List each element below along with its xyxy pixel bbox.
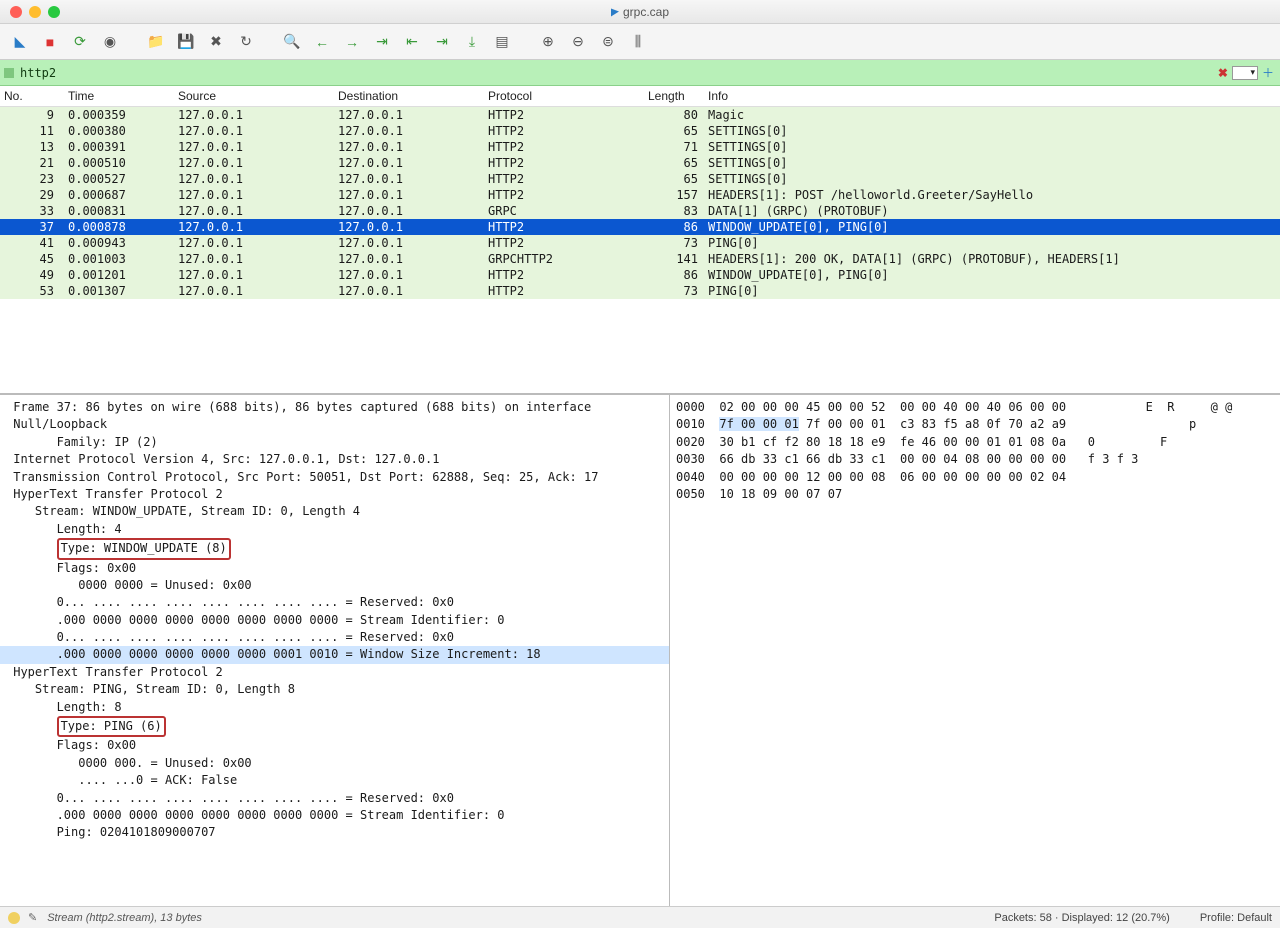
tree-line[interactable]: Frame 37: 86 bytes on wire (688 bits), 8… (0, 399, 669, 416)
display-filter-bar: ✖ ▾ ＋ (0, 60, 1280, 86)
last-icon[interactable]: ⇥ (430, 30, 454, 54)
tree-line[interactable]: .... ...0 = ACK: False (0, 772, 669, 789)
column-header[interactable]: Protocol (484, 88, 644, 104)
column-header[interactable]: Source (174, 88, 334, 104)
display-filter-input[interactable] (18, 66, 1218, 80)
packet-row[interactable]: 230.000527127.0.0.1127.0.0.1HTTP265SETTI… (0, 171, 1280, 187)
find-icon[interactable]: 🔍 (280, 30, 304, 54)
status-left: Stream (http2.stream), 13 bytes (47, 912, 202, 924)
packet-row[interactable]: 330.000831127.0.0.1127.0.0.1GRPC83DATA[1… (0, 203, 1280, 219)
restart-icon[interactable]: ⟳ (68, 30, 92, 54)
packet-row[interactable]: 110.000380127.0.0.1127.0.0.1HTTP265SETTI… (0, 123, 1280, 139)
tree-line[interactable]: Flags: 0x00 (0, 560, 669, 577)
hex-line[interactable]: 0040 00 00 00 00 12 00 00 08 06 00 00 00… (676, 469, 1274, 486)
first-icon[interactable]: ⇤ (400, 30, 424, 54)
packet-row[interactable]: 290.000687127.0.0.1127.0.0.1HTTP2157HEAD… (0, 187, 1280, 203)
packet-row[interactable]: 490.001201127.0.0.1127.0.0.1HTTP286WINDO… (0, 267, 1280, 283)
open-icon[interactable]: 📁 (144, 30, 168, 54)
filter-expression-dropdown[interactable]: ▾ (1232, 66, 1258, 80)
prev-icon[interactable]: ← (310, 30, 334, 54)
zoom-out-icon[interactable]: ⊖ (566, 30, 590, 54)
tree-line[interactable]: Ping: 0204101809000707 (0, 824, 669, 841)
colorize-icon[interactable]: ▤ (490, 30, 514, 54)
tree-line[interactable]: Length: 4 (0, 521, 669, 538)
packet-row[interactable]: 530.001307127.0.0.1127.0.0.1HTTP273PING[… (0, 283, 1280, 299)
close-icon[interactable]: ✖ (204, 30, 228, 54)
packet-row[interactable]: 210.000510127.0.0.1127.0.0.1HTTP265SETTI… (0, 155, 1280, 171)
packet-row[interactable]: 370.000878127.0.0.1127.0.0.1HTTP286WINDO… (0, 219, 1280, 235)
packet-row[interactable]: 130.000391127.0.0.1127.0.0.1HTTP271SETTI… (0, 139, 1280, 155)
column-header[interactable]: No. (0, 88, 64, 104)
autoscroll-icon[interactable]: ⤓ (460, 30, 484, 54)
packet-list-pane[interactable]: No.TimeSourceDestinationProtocolLengthIn… (0, 86, 1280, 394)
stop-icon[interactable]: ■ (38, 30, 62, 54)
tree-line[interactable]: Length: 8 (0, 699, 669, 716)
tree-line[interactable]: Type: PING (6) (0, 716, 669, 737)
tree-line[interactable]: 0000 0000 = Unused: 0x00 (0, 577, 669, 594)
shark-fin-icon[interactable]: ◣ (8, 30, 32, 54)
save-icon[interactable]: 💾 (174, 30, 198, 54)
filter-add-button[interactable]: ＋ (1262, 64, 1274, 81)
expert-info-icon[interactable] (8, 912, 20, 924)
column-header[interactable]: Destination (334, 88, 484, 104)
column-header[interactable]: Info (704, 88, 1280, 104)
tree-line[interactable]: Internet Protocol Version 4, Src: 127.0.… (0, 451, 669, 468)
titlebar: grpc.cap (0, 0, 1280, 24)
tree-line[interactable]: HyperText Transfer Protocol 2 (0, 664, 669, 681)
packet-row[interactable]: 90.000359127.0.0.1127.0.0.1HTTP280Magic (0, 107, 1280, 123)
window-title: grpc.cap (623, 5, 669, 19)
zoom-reset-icon[interactable]: ⊜ (596, 30, 620, 54)
tree-line[interactable]: Type: WINDOW_UPDATE (8) (0, 538, 669, 559)
status-packet-count: Packets: 58 · Displayed: 12 (20.7%) (994, 912, 1169, 924)
hex-line[interactable]: 0000 02 00 00 00 45 00 00 52 00 00 40 00… (676, 399, 1274, 416)
tree-line[interactable]: Stream: WINDOW_UPDATE, Stream ID: 0, Len… (0, 503, 669, 520)
reload-icon[interactable]: ↻ (234, 30, 258, 54)
window-close-button[interactable] (10, 6, 22, 18)
packet-list-header[interactable]: No.TimeSourceDestinationProtocolLengthIn… (0, 86, 1280, 107)
wireshark-fin-icon (611, 7, 619, 16)
packet-details-pane[interactable]: Frame 37: 86 bytes on wire (688 bits), 8… (0, 395, 670, 906)
window-maximize-button[interactable] (48, 6, 60, 18)
resize-columns-icon[interactable]: ⫼ (626, 30, 650, 54)
packet-row[interactable]: 450.001003127.0.0.1127.0.0.1GRPCHTTP2141… (0, 251, 1280, 267)
hex-line[interactable]: 0010 7f 00 00 01 7f 00 00 01 c3 83 f5 a8… (676, 416, 1274, 433)
tree-line[interactable]: Null/Loopback (0, 416, 669, 433)
tree-line[interactable]: 0000 000. = Unused: 0x00 (0, 755, 669, 772)
tree-line[interactable]: Flags: 0x00 (0, 737, 669, 754)
column-header[interactable]: Length (644, 88, 704, 104)
capture-tool-icon[interactable]: ✎ (28, 911, 37, 924)
main-toolbar: ◣■⟳◉📁💾✖↻🔍←→⇥⇤⇥⤓▤⊕⊖⊜⫼ (0, 24, 1280, 60)
hex-line[interactable]: 0050 10 18 09 00 07 07 (676, 486, 1274, 503)
hex-line[interactable]: 0030 66 db 33 c1 66 db 33 c1 00 00 04 08… (676, 451, 1274, 468)
next-icon[interactable]: → (340, 30, 364, 54)
options-icon[interactable]: ◉ (98, 30, 122, 54)
tree-line[interactable]: .000 0000 0000 0000 0000 0000 0001 0010 … (0, 646, 669, 663)
filter-bookmark-icon[interactable] (4, 68, 14, 78)
packet-bytes-pane[interactable]: 0000 02 00 00 00 45 00 00 52 00 00 40 00… (670, 395, 1280, 906)
tree-line[interactable]: Stream: PING, Stream ID: 0, Length 8 (0, 681, 669, 698)
tree-line[interactable]: HyperText Transfer Protocol 2 (0, 486, 669, 503)
zoom-in-icon[interactable]: ⊕ (536, 30, 560, 54)
status-profile[interactable]: Profile: Default (1200, 912, 1272, 924)
tree-line[interactable]: .000 0000 0000 0000 0000 0000 0000 0000 … (0, 807, 669, 824)
window-minimize-button[interactable] (29, 6, 41, 18)
filter-clear-icon[interactable]: ✖ (1218, 66, 1228, 80)
column-header[interactable]: Time (64, 88, 174, 104)
tree-line[interactable]: .000 0000 0000 0000 0000 0000 0000 0000 … (0, 612, 669, 629)
tree-line[interactable]: Transmission Control Protocol, Src Port:… (0, 469, 669, 486)
packet-row[interactable]: 410.000943127.0.0.1127.0.0.1HTTP273PING[… (0, 235, 1280, 251)
tree-line[interactable]: 0... .... .... .... .... .... .... .... … (0, 594, 669, 611)
tree-line[interactable]: Family: IP (2) (0, 434, 669, 451)
jump-icon[interactable]: ⇥ (370, 30, 394, 54)
tree-line[interactable]: 0... .... .... .... .... .... .... .... … (0, 629, 669, 646)
tree-line[interactable]: 0... .... .... .... .... .... .... .... … (0, 790, 669, 807)
status-bar: ✎ Stream (http2.stream), 13 bytes Packet… (0, 906, 1280, 928)
hex-line[interactable]: 0020 30 b1 cf f2 80 18 18 e9 fe 46 00 00… (676, 434, 1274, 451)
